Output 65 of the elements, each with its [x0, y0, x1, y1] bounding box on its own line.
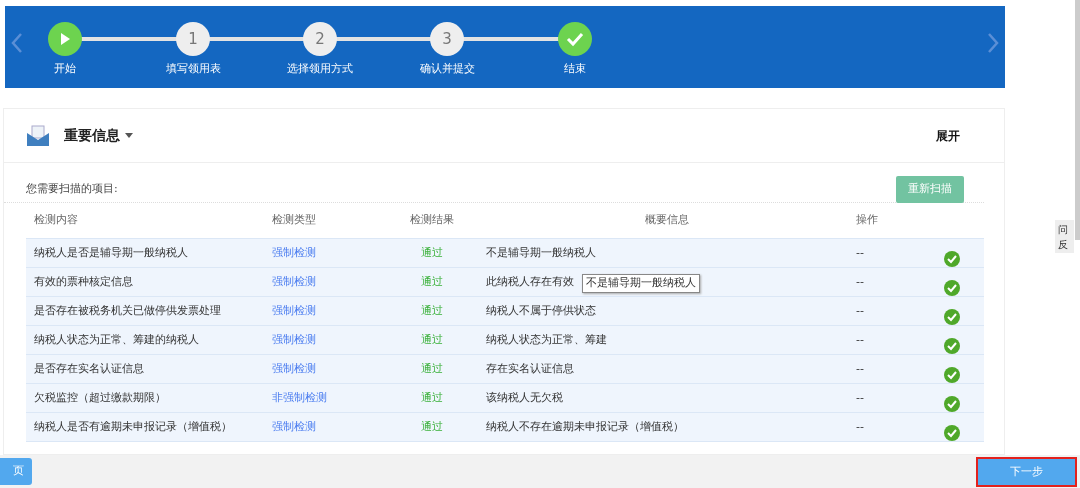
table-cell-text: 是否存在实名认证信息 [33, 360, 145, 377]
column-header: 检测内容 [33, 212, 79, 229]
scrollbar[interactable] [1075, 0, 1080, 240]
result-text: 通过 [420, 244, 444, 261]
table-cell-text: 纳税人状态为正常、筹建的纳税人 [33, 331, 200, 348]
feedback-text: 问 [1058, 223, 1069, 237]
table-cell-text: -- [855, 360, 865, 377]
next-step-button[interactable]: 下一步 [976, 457, 1077, 487]
check-type-link[interactable]: 强制检测 [264, 418, 386, 436]
check-type-link[interactable]: 强制检测 [264, 273, 386, 291]
column-header: 概要信息 [644, 212, 690, 229]
table-cell-text: -- [855, 331, 865, 348]
tooltip: 不是辅导期一般纳税人 [582, 274, 700, 293]
caret-icon[interactable] [125, 133, 133, 138]
table-cell-text: -- [855, 389, 865, 406]
result-text: 通过 [420, 273, 444, 290]
result-text: 通过 [420, 418, 444, 435]
check-type-link[interactable]: 强制检测 [264, 331, 386, 349]
envelope-icon [26, 124, 50, 147]
step-number: 1 [176, 22, 210, 56]
feedback-text: 反 [1058, 238, 1069, 252]
table-cell-text: 该纳税人无欠税 [485, 389, 563, 406]
table-cell-text: -- [855, 418, 865, 435]
step-label: 确认并提交 [419, 61, 475, 77]
checkmark-icon [566, 31, 584, 47]
expand-link[interactable]: 展开 [936, 126, 960, 145]
table-cell-text: 纳税人是否有逾期未申报记录（增值税） [33, 418, 233, 435]
chevron-right-icon[interactable] [985, 32, 1001, 54]
table-cell-text: 此纳税人存在有效 [485, 273, 574, 290]
table-cell-text: 存在实名认证信息 [485, 360, 574, 377]
check-type-link[interactable]: 强制检测 [264, 244, 386, 262]
check-type-link[interactable]: 非强制检测 [264, 389, 386, 407]
scan-label: 您需要扫描的项目: [26, 181, 118, 198]
step-label: 填写领用表 [165, 61, 221, 77]
result-text: 通过 [420, 389, 444, 406]
result-text: 通过 [420, 331, 444, 348]
column-header: 操作 [855, 212, 879, 229]
column-header: 检测结果 [409, 212, 455, 229]
section-title[interactable]: 重要信息 [64, 125, 120, 146]
table-cell-text: 有效的票种核定信息 [33, 273, 134, 290]
step-label: 结束 [564, 61, 586, 77]
check-type-link[interactable]: 强制检测 [264, 302, 386, 320]
table-cell-text: 纳税人不存在逾期未申报记录（增值税） [485, 418, 684, 435]
result-text: 通过 [420, 360, 444, 377]
previous-button[interactable]: 页 [0, 458, 32, 485]
table-cell-text: 纳税人状态为正常、筹建 [485, 331, 607, 348]
table-cell-text: 欠税监控（超过缴款期限） [33, 389, 167, 406]
step-label: 选择领用方式 [287, 61, 353, 77]
table-cell-text: 不是辅导期一般纳税人 [485, 244, 596, 261]
step-number: 3 [430, 22, 464, 56]
feedback-tab[interactable]: 问 反 [1055, 220, 1074, 253]
table-cell-text: 是否存在被税务机关已做停供发票处理 [33, 302, 222, 319]
chevron-left-icon[interactable] [9, 32, 25, 54]
table-cell-text: 纳税人不属于停供状态 [485, 302, 596, 319]
table-cell-text: -- [855, 244, 865, 261]
column-header: 检测类型 [271, 212, 317, 229]
check-type-link[interactable]: 强制检测 [264, 360, 386, 378]
result-text: 通过 [420, 302, 444, 319]
step-number: 2 [303, 22, 337, 56]
play-icon [58, 32, 72, 46]
rescan-button[interactable]: 重新扫描 [896, 176, 964, 203]
table-cell-text: 纳税人是否是辅导期一般纳税人 [33, 244, 189, 261]
step-label: 开始 [54, 61, 76, 77]
table-cell-text: -- [855, 273, 865, 290]
table-cell-text: -- [855, 302, 865, 319]
